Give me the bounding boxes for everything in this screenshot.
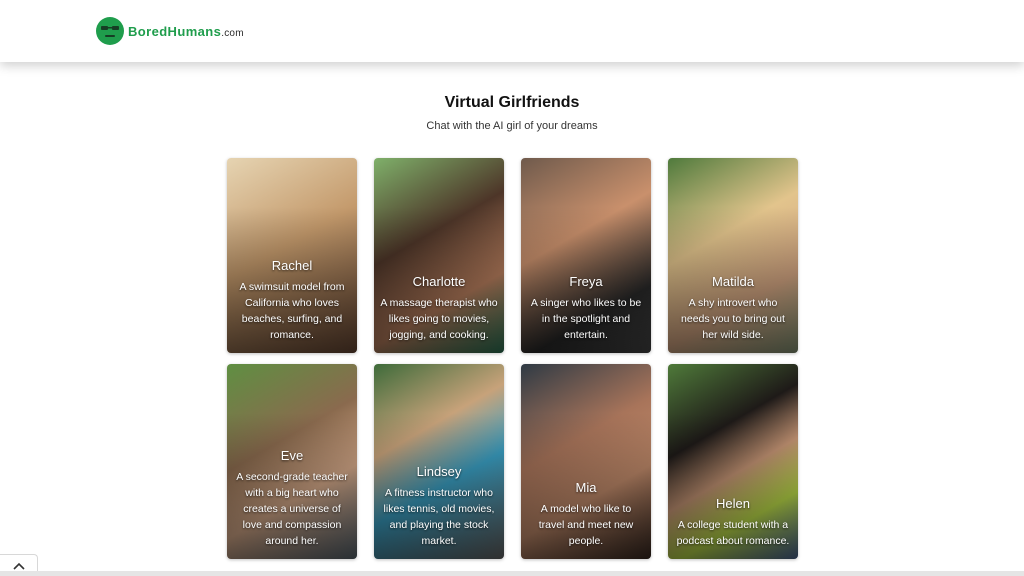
card-matilda[interactable]: Matilda A shy introvert who needs you to… bbox=[668, 158, 798, 353]
card-description: A singer who likes to be in the spotligh… bbox=[530, 297, 642, 341]
card-freya[interactable]: Freya A singer who likes to be in the sp… bbox=[521, 158, 651, 353]
card-lindsey[interactable]: Lindsey A fitness instructor who likes t… bbox=[374, 364, 504, 559]
card-name: Mia bbox=[575, 480, 597, 495]
card-name: Eve bbox=[280, 448, 304, 463]
card-description: A shy introvert who needs you to bring o… bbox=[681, 297, 785, 341]
card-eve[interactable]: Eve A second-grade teacher with a big he… bbox=[227, 364, 357, 559]
card-description: A second-grade teacher with a big heart … bbox=[236, 471, 348, 547]
page-subtitle: Chat with the AI girl of your dreams bbox=[426, 120, 598, 132]
top-navigation-bar: BoredHumans.com bbox=[0, 0, 1024, 62]
site-logo[interactable]: BoredHumans.com bbox=[96, 17, 244, 45]
card-name: Charlotte bbox=[412, 274, 466, 289]
card-helen[interactable]: Helen A college student with a podcast a… bbox=[668, 364, 798, 559]
card-mia[interactable]: Mia A model who like to travel and meet … bbox=[521, 364, 651, 559]
card-name: Lindsey bbox=[416, 464, 462, 479]
card-charlotte[interactable]: Charlotte A massage therapist who likes … bbox=[374, 158, 504, 353]
chevron-up-icon bbox=[12, 562, 25, 570]
card-description: A college student with a podcast about r… bbox=[676, 519, 790, 547]
card-name: Rachel bbox=[271, 258, 313, 273]
bottom-edge bbox=[0, 571, 1024, 576]
card-name: Matilda bbox=[712, 274, 754, 289]
card-description: A fitness instructor who likes tennis, o… bbox=[383, 487, 495, 547]
card-rachel[interactable]: Rachel A swimsuit model from California … bbox=[227, 158, 357, 353]
girlfriend-card-grid: Rachel A swimsuit model from California … bbox=[227, 158, 798, 559]
card-description: A model who like to travel and meet new … bbox=[538, 503, 634, 547]
logo-text: BoredHumans.com bbox=[128, 23, 244, 39]
card-name: Helen bbox=[716, 496, 750, 511]
card-description: A massage therapist who likes going to m… bbox=[380, 297, 498, 341]
smiley-face-icon bbox=[96, 17, 124, 45]
page-title: Virtual Girlfriends bbox=[444, 94, 580, 111]
card-description: A swimsuit model from California who lov… bbox=[239, 281, 345, 341]
card-name: Freya bbox=[569, 274, 603, 289]
